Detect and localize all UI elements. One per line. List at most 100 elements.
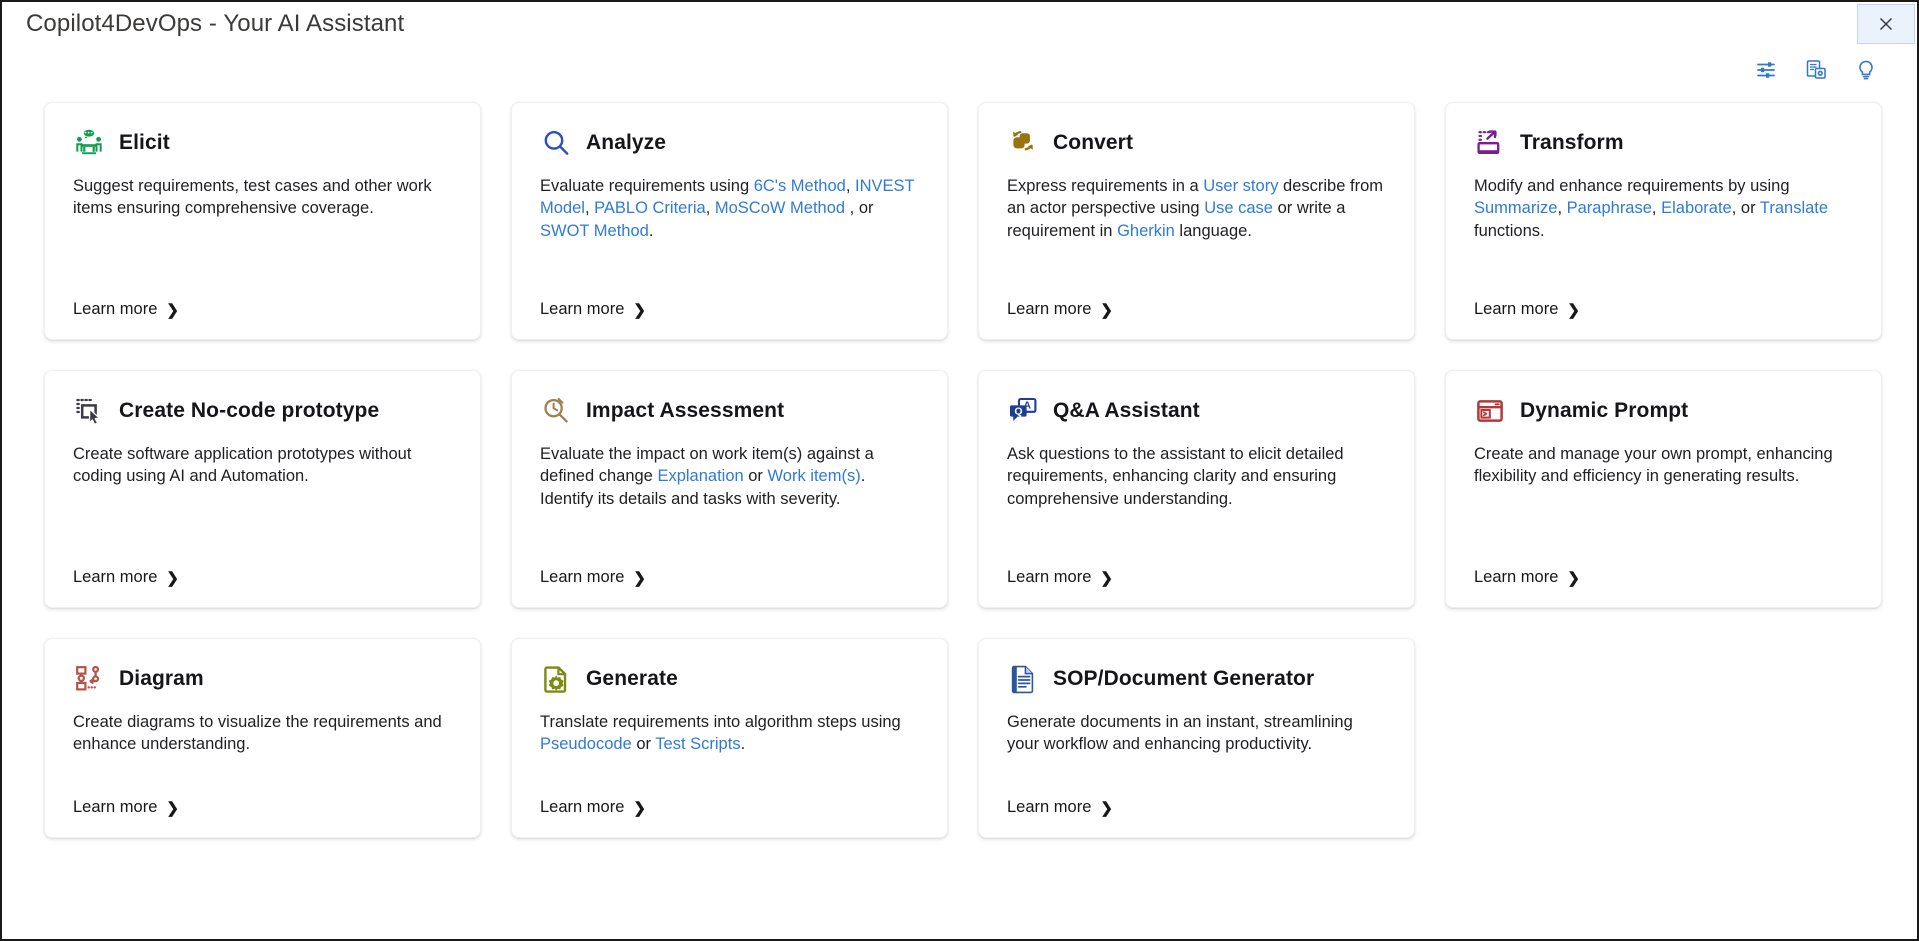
card-elicit[interactable]: Elicit Suggest requirements, test cases a…: [44, 102, 481, 340]
card-title: Impact Assessment: [586, 399, 785, 422]
document-gear-icon: [540, 663, 572, 695]
card-text: Express requirements in a: [1007, 177, 1204, 195]
card-text: ,: [584, 199, 595, 218]
no-code-cursor-icon: [73, 395, 105, 427]
card-qa-assistant[interactable]: A Q Q&A Assistant Ask questions to the as…: [978, 370, 1415, 608]
learn-more-label: Learn more: [73, 300, 158, 318]
learn-more-link[interactable]: Learn more ❯: [1007, 300, 1386, 319]
settings-sliders-icon[interactable]: [1753, 57, 1779, 83]
card-text: , or: [1731, 199, 1760, 218]
svg-text:Q: Q: [1014, 406, 1022, 418]
card-header: Impact Assessment: [540, 395, 919, 427]
learn-more-link[interactable]: Learn more ❯: [1474, 568, 1853, 587]
learn-more-link[interactable]: Learn more ❯: [540, 300, 919, 319]
learn-more-link[interactable]: Learn more ❯: [73, 568, 452, 587]
card-dynamic-prompt[interactable]: Dynamic Prompt Create and manage your own…: [1445, 370, 1882, 608]
card-link[interactable]: Explanation: [657, 467, 743, 485]
chevron-right-icon: ❯: [1100, 800, 1113, 817]
card-link[interactable]: Use case: [1204, 199, 1273, 217]
card-text: ,: [845, 177, 855, 195]
card-text: Suggest requirements, test cases and oth…: [73, 177, 432, 218]
chevron-right-icon: ❯: [1100, 302, 1113, 319]
card-text: Evaluate requirements using: [540, 177, 754, 195]
card-link[interactable]: SWOT Method: [540, 222, 649, 240]
card-header: Dynamic Prompt: [1474, 395, 1853, 427]
card-text: Modify and enhance requirements by using: [1474, 177, 1790, 195]
card-header: Transform: [1474, 127, 1853, 159]
chevron-right-icon: ❯: [633, 302, 646, 319]
card-link[interactable]: Test Scripts: [655, 735, 740, 753]
card-text: ,: [1651, 199, 1662, 218]
card-text: ,: [1557, 199, 1567, 218]
card-title: Generate: [586, 667, 678, 690]
card-link[interactable]: Translate: [1760, 199, 1828, 217]
card-impact-assessment[interactable]: Impact Assessment Evaluate the impact on …: [511, 370, 948, 608]
chevron-right-icon: ❯: [1567, 570, 1580, 587]
learn-more-label: Learn more: [1474, 568, 1559, 586]
card-header: Convert: [1007, 127, 1386, 159]
card-link[interactable]: Paraphrase: [1567, 199, 1652, 217]
learn-more-link[interactable]: Learn more ❯: [540, 798, 919, 817]
card-link[interactable]: Summarize: [1474, 199, 1557, 217]
card-text: Create diagrams to visualize the require…: [73, 713, 442, 754]
chevron-right-icon: ❯: [1100, 570, 1113, 587]
terminal-window-icon: [1474, 395, 1506, 427]
card-text: language.: [1174, 221, 1252, 240]
title-bar: Copilot4DevOps - Your AI Assistant: [2, 2, 1917, 46]
card-analyze[interactable]: Analyze Evaluate requirements using 6C's …: [511, 102, 948, 340]
card-link[interactable]: 6C's Method: [754, 177, 846, 195]
card-header: Elicit: [73, 127, 452, 159]
learn-more-label: Learn more: [540, 300, 625, 318]
learn-more-link[interactable]: Learn more ❯: [1007, 568, 1386, 587]
learn-more-link[interactable]: Learn more ❯: [1007, 798, 1386, 817]
card-link[interactable]: MoSCoW Method: [715, 199, 845, 217]
page-title: Copilot4DevOps - Your AI Assistant: [26, 10, 405, 37]
card-link[interactable]: Pseudocode: [540, 735, 632, 753]
card-create-no-code-prototype[interactable]: Create No-code prototype Create software …: [44, 370, 481, 608]
card-diagram[interactable]: Diagram Create diagrams to visualize the …: [44, 638, 481, 838]
learn-more-label: Learn more: [540, 568, 625, 586]
learn-more-label: Learn more: [1007, 568, 1092, 586]
learn-more-link[interactable]: Learn more ❯: [73, 798, 452, 817]
card-link[interactable]: User story: [1203, 177, 1278, 195]
chevron-right-icon: ❯: [166, 570, 179, 587]
card-text: or: [743, 467, 768, 486]
diagram-nodes-icon: [73, 663, 105, 695]
card-text: Translate requirements into algorithm st…: [540, 713, 901, 731]
card-description: Evaluate the impact on work item(s) agai…: [540, 443, 919, 510]
learn-more-link[interactable]: Learn more ❯: [73, 300, 452, 319]
card-convert[interactable]: Convert Express requirements in a User st…: [978, 102, 1415, 340]
chevron-right-icon: ❯: [633, 570, 646, 587]
card-description: Create software application prototypes w…: [73, 443, 452, 488]
card-link[interactable]: PABLO Criteria: [594, 199, 706, 217]
card-link[interactable]: Work item(s): [768, 467, 861, 485]
convert-arrows-icon: [1007, 127, 1039, 159]
card-title: Q&A Assistant: [1053, 399, 1200, 422]
learn-more-link[interactable]: Learn more ❯: [540, 568, 919, 587]
card-title: Diagram: [119, 667, 204, 690]
cards-grid: Elicit Suggest requirements, test cases a…: [44, 102, 1882, 838]
card-description: Create diagrams to visualize the require…: [73, 711, 452, 756]
card-description: Ask questions to the assistant to elicit…: [1007, 443, 1386, 510]
card-text: Generate documents in an instant, stream…: [1007, 713, 1353, 754]
card-link[interactable]: Gherkin: [1117, 222, 1175, 240]
card-text: ,: [705, 199, 715, 218]
card-text: , or: [845, 199, 874, 218]
learn-more-label: Learn more: [73, 568, 158, 586]
card-link[interactable]: Elaborate: [1661, 199, 1732, 217]
card-generate[interactable]: Generate Translate requirements into algo…: [511, 638, 948, 838]
lightbulb-icon[interactable]: [1853, 57, 1879, 83]
document-settings-icon[interactable]: [1803, 57, 1829, 83]
card-transform[interactable]: Transform Modify and enhance requirements…: [1445, 102, 1882, 340]
chevron-right-icon: ❯: [633, 800, 646, 817]
close-button[interactable]: [1857, 4, 1915, 44]
transform-icon: [1474, 127, 1506, 159]
chevron-right-icon: ❯: [166, 800, 179, 817]
card-description: Suggest requirements, test cases and oth…: [73, 175, 452, 220]
learn-more-link[interactable]: Learn more ❯: [1474, 300, 1853, 319]
card-description: Evaluate requirements using 6C's Method,…: [540, 175, 919, 242]
card-text: Ask questions to the assistant to elicit…: [1007, 445, 1344, 508]
card-title: Transform: [1520, 131, 1624, 154]
card-sop-document-generator[interactable]: SOP/Document Generator Generate documents…: [978, 638, 1415, 838]
app-window: Copilot4DevOps - Your AI Assistant Elici…: [0, 0, 1919, 941]
